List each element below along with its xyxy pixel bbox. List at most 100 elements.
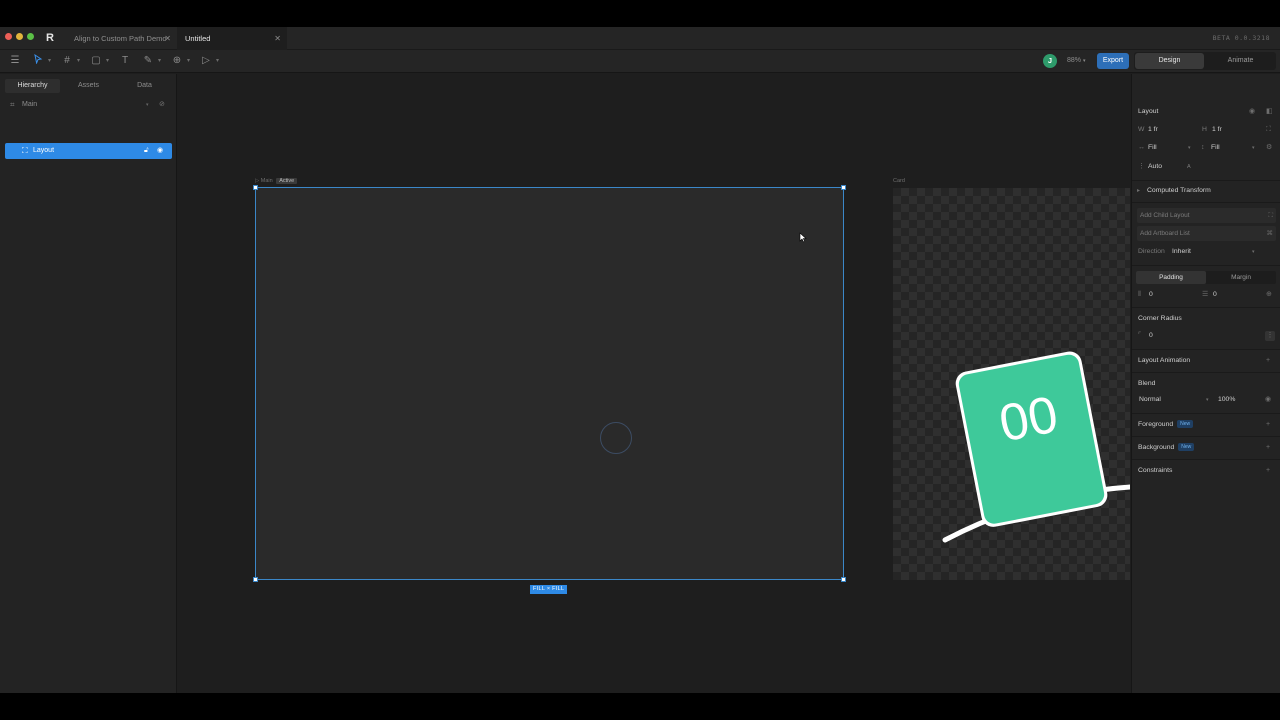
direction-select[interactable]: Inherit: [1172, 247, 1191, 257]
eye-icon[interactable]: ◉: [157, 143, 163, 159]
artboard-tool-icon[interactable]: #: [60, 54, 74, 68]
chevron-down-icon[interactable]: ▾: [1252, 143, 1255, 153]
close-tab-icon[interactable]: ✕: [164, 27, 171, 50]
add-icon[interactable]: +: [1266, 356, 1270, 366]
close-window-button[interactable]: [5, 33, 12, 40]
artboard-label-card[interactable]: Card: [893, 178, 905, 184]
tab-assets[interactable]: Assets: [61, 79, 116, 93]
chevron-down-icon[interactable]: ▾: [77, 54, 80, 68]
document-tab-active[interactable]: Untitled ✕: [177, 27, 287, 50]
chevron-down-icon[interactable]: ▾: [1206, 395, 1209, 405]
tab-margin[interactable]: Margin: [1206, 271, 1276, 284]
settings-icon[interactable]: ⚙︎: [1266, 143, 1272, 153]
mouse-cursor-icon: [799, 232, 807, 246]
pen-tool-icon[interactable]: ✎: [141, 54, 155, 68]
height-field[interactable]: 1 fr: [1212, 125, 1222, 135]
link-icon[interactable]: ⊘: [159, 97, 165, 113]
tab-data[interactable]: Data: [117, 79, 172, 93]
fill-x-select[interactable]: Fill: [1148, 143, 1157, 153]
section-title-layout: Layout: [1138, 108, 1159, 115]
chevron-down-icon[interactable]: ▾: [1252, 247, 1255, 257]
artboard-card[interactable]: 00: [893, 188, 1130, 580]
chevron-down-icon[interactable]: ▾: [158, 54, 161, 68]
chevron-down-icon[interactable]: ▾: [48, 54, 51, 68]
horizontal-size-icon: ↔: [1138, 144, 1145, 151]
corner-radius-field[interactable]: 0: [1149, 331, 1153, 341]
divider: [1132, 265, 1280, 266]
resize-handle-bottom-left[interactable]: [253, 577, 258, 582]
add-icon[interactable]: +: [1266, 443, 1270, 453]
play-icon[interactable]: ▷: [199, 54, 213, 68]
lock-icon[interactable]: 🔓︎: [144, 143, 149, 159]
chevron-down-icon[interactable]: ▾: [216, 54, 219, 68]
chevron-down-icon[interactable]: ▾: [106, 54, 109, 68]
chevron-right-icon[interactable]: ▸: [1137, 186, 1140, 196]
auto-select[interactable]: Auto: [1148, 162, 1162, 172]
document-tab[interactable]: Align to Custom Path Demo ✕: [66, 27, 177, 50]
toolbar: ☰ ▾ # ▾ ▢ ▾ T ✎ ▾ ⊕ ▾ ▷ ▾ J 88% ▾ Export…: [0, 50, 1280, 73]
padding-vertical-field[interactable]: 0: [1213, 290, 1217, 300]
fill-y-select[interactable]: Fill: [1211, 143, 1220, 153]
divider: [1132, 413, 1280, 414]
app-logo-icon[interactable]: R: [46, 32, 54, 44]
resize-handle-bottom-right[interactable]: [841, 577, 846, 582]
canvas[interactable]: ▷ Main Active FILL × FILL Card 00: [178, 74, 1130, 693]
tree-item-label: Main: [22, 101, 38, 108]
add-icon[interactable]: +: [1266, 420, 1270, 430]
width-field[interactable]: 1 fr: [1148, 125, 1158, 135]
chevron-down-icon[interactable]: ▾: [146, 97, 149, 113]
zoom-value: 88%: [1067, 57, 1082, 64]
add-artboard-list-button[interactable]: Add Artboard List ⌘: [1137, 226, 1276, 241]
button-label: Add Child Layout: [1140, 212, 1190, 219]
tab-padding[interactable]: Padding: [1136, 271, 1206, 284]
export-button[interactable]: Export: [1097, 53, 1129, 69]
link-icon[interactable]: ⊕: [1266, 290, 1272, 300]
background-label: Background: [1138, 444, 1175, 451]
eye-icon[interactable]: ◉: [1249, 107, 1255, 117]
chevron-down-icon[interactable]: ▾: [1188, 143, 1191, 153]
close-tab-icon[interactable]: ✕: [274, 27, 281, 50]
tab-design[interactable]: Design: [1135, 53, 1204, 69]
add-icon[interactable]: +: [1266, 466, 1270, 476]
vertical-size-icon: ↕: [1201, 144, 1205, 151]
blend-mode-select[interactable]: Normal: [1139, 395, 1161, 405]
opacity-field[interactable]: 100%: [1218, 395, 1235, 405]
computed-transform-toggle[interactable]: Computed Transform: [1147, 186, 1211, 196]
components-tool-icon[interactable]: ⊕: [170, 54, 184, 68]
eye-icon[interactable]: ◉: [1265, 395, 1271, 405]
select-tool-icon[interactable]: [31, 53, 45, 68]
text-tool-icon[interactable]: T: [118, 54, 132, 68]
padding-horizontal-field[interactable]: 0: [1149, 290, 1153, 300]
resize-handle-top-left[interactable]: [253, 185, 258, 190]
rectangle-tool-icon[interactable]: ▢: [89, 54, 103, 68]
artboard-label-main[interactable]: ▷ Main Active: [255, 178, 298, 184]
left-panel: Hierarchy Assets Data ⌗ Main ▾ ⊘ ⛶ Layou…: [0, 74, 177, 693]
tree-item-main[interactable]: ⌗ Main ▾ ⊘: [5, 97, 172, 113]
menu-icon[interactable]: ☰: [8, 54, 22, 68]
width-label: W: [1138, 126, 1145, 133]
artboard-main[interactable]: [255, 187, 844, 580]
tree-item-layout[interactable]: ⛶ Layout 🔓︎ ◉: [5, 143, 172, 159]
artboard-name: Main: [260, 178, 273, 184]
maximize-window-button[interactable]: [27, 33, 34, 40]
tab-hierarchy[interactable]: Hierarchy: [5, 79, 60, 93]
app-window: R Align to Custom Path Demo ✕ Untitled ✕…: [0, 27, 1280, 693]
panel-toggle-icon[interactable]: ◧: [1266, 107, 1273, 117]
auto-flag[interactable]: A: [1187, 162, 1191, 172]
title-bar: R Align to Custom Path Demo ✕ Untitled ✕…: [0, 27, 1280, 50]
zoom-level[interactable]: 88% ▾: [1067, 54, 1085, 68]
corner-radius-label: Corner Radius: [1138, 315, 1182, 322]
add-child-layout-button[interactable]: Add Child Layout ⛶: [1137, 208, 1276, 223]
user-avatar[interactable]: J: [1043, 54, 1057, 68]
divider: [1132, 372, 1280, 373]
minimize-window-button[interactable]: [16, 33, 23, 40]
chevron-down-icon[interactable]: ▾: [187, 54, 190, 68]
tab-animate[interactable]: Animate: [1206, 53, 1275, 69]
resize-handle-top-right[interactable]: [841, 185, 846, 190]
foreground-row: Foreground New: [1138, 420, 1194, 430]
fit-icon[interactable]: ⛶: [1266, 125, 1271, 135]
foreground-label: Foreground: [1138, 421, 1174, 428]
card-counter: 00: [995, 385, 1063, 453]
corner-mode-icon[interactable]: ⋮: [1265, 331, 1275, 341]
padding-margin-switch: Padding Margin: [1136, 271, 1276, 284]
